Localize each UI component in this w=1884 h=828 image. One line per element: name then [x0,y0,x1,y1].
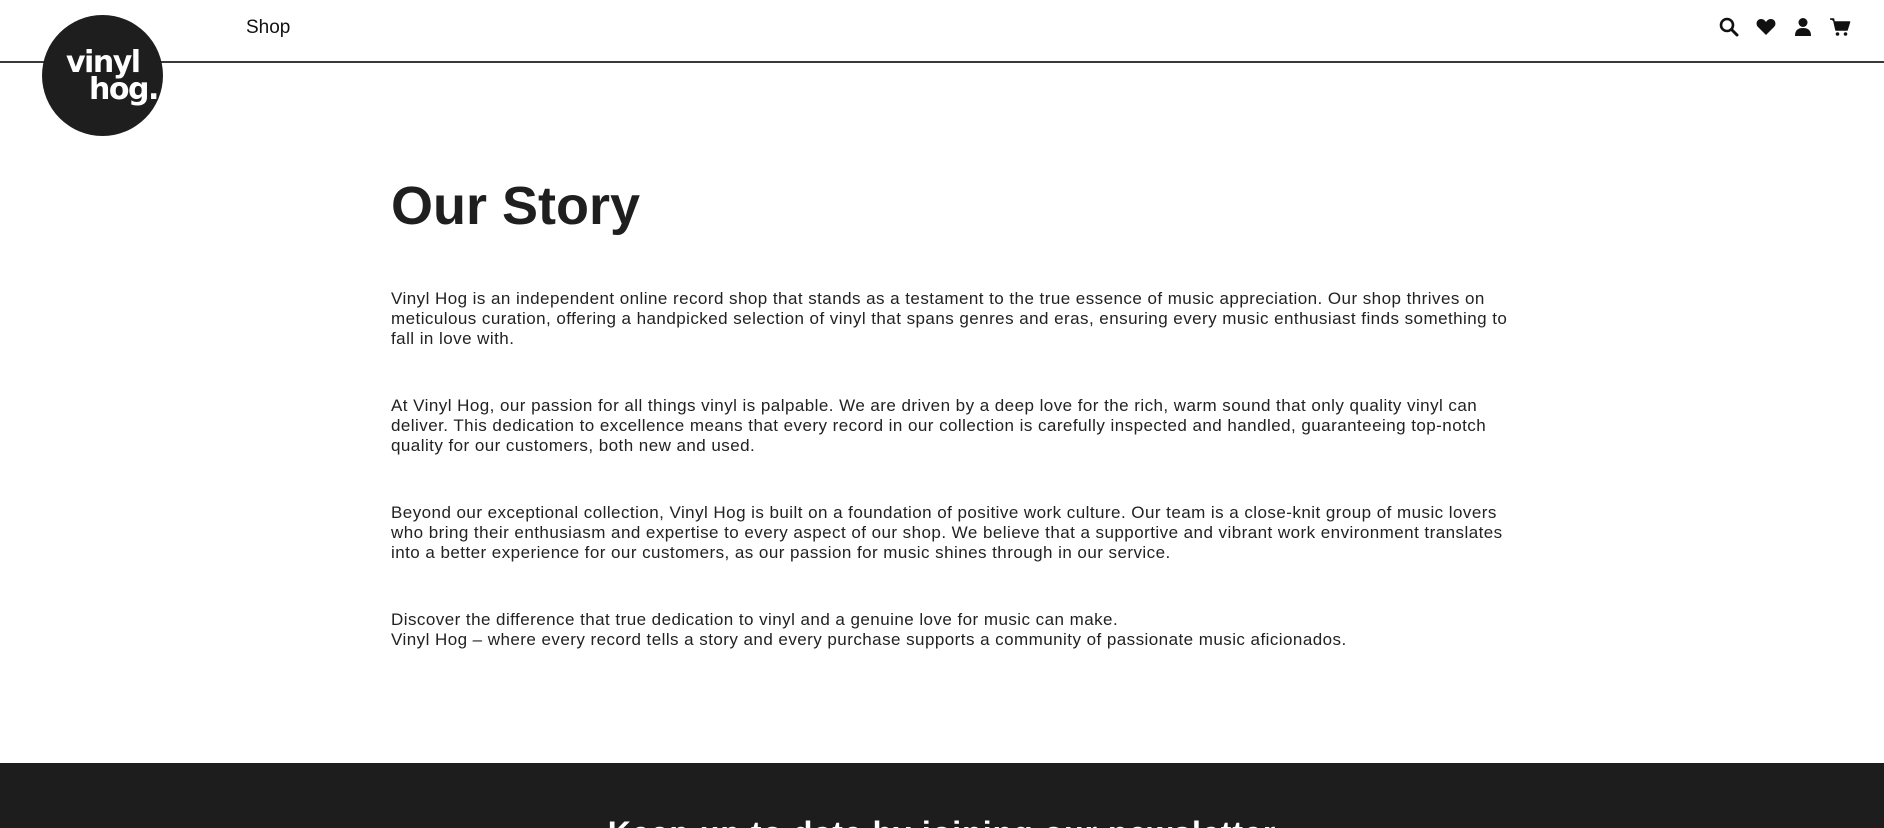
story-paragraph: Discover the difference that true dedica… [391,610,1347,650]
story-body: Vinyl Hog is an independent online recor… [391,289,1511,650]
page-title: Our Story [391,176,641,236]
heart-icon[interactable] [1754,14,1778,40]
story-paragraph: Beyond our exceptional collection, Vinyl… [391,503,1503,563]
cart-icon[interactable] [1828,14,1852,40]
search-icon[interactable] [1717,14,1741,40]
newsletter-heading: Keep up to date by joining our newslette… [0,815,1884,828]
site-header: vinyl hog. Shop [0,0,1884,136]
header-icon-group [1717,14,1852,40]
logo-text-hog: hog. [89,72,159,107]
story-paragraph: Vinyl Hog is an independent online recor… [391,289,1508,349]
user-icon[interactable] [1791,14,1815,40]
logo-vinyl-hog[interactable]: vinyl hog. [42,15,163,136]
nav-link-shop[interactable]: Shop [246,17,290,39]
story-section: Our Story Vinyl Hog is an independent on… [391,175,1511,697]
newsletter-footer: Keep up to date by joining our newslette… [0,763,1884,828]
story-paragraph: At Vinyl Hog, our passion for all things… [391,396,1487,456]
